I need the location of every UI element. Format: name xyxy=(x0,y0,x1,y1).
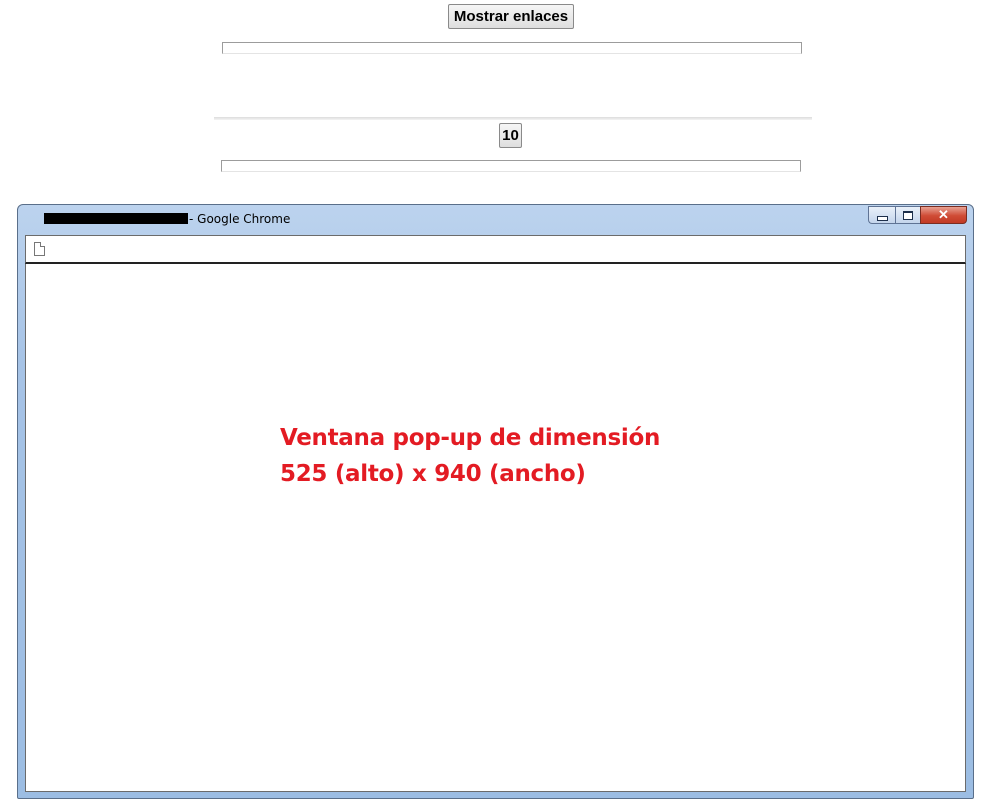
dimension-annotation: Ventana pop-up de dimensión 525 (alto) x… xyxy=(280,420,660,492)
minimize-icon xyxy=(876,215,888,221)
close-icon: ✕ xyxy=(938,207,949,222)
window-title: - Google Chrome xyxy=(189,212,291,226)
address-bar[interactable] xyxy=(25,235,966,264)
annotation-line-1: Ventana pop-up de dimensión xyxy=(280,425,661,451)
count-button[interactable]: 10 xyxy=(499,123,522,148)
annotation-line-2: 525 (alto) x 940 (ancho) xyxy=(280,461,586,487)
popup-window: - Google Chrome ✕ Ventana pop-up de dime… xyxy=(17,204,974,799)
redacted-title xyxy=(44,213,188,224)
top-progress-bar xyxy=(222,42,802,54)
maximize-icon xyxy=(903,210,913,220)
horizontal-divider xyxy=(214,117,812,120)
title-bar[interactable]: - Google Chrome ✕ xyxy=(18,205,973,235)
page-icon xyxy=(34,242,45,256)
minimize-button[interactable] xyxy=(868,206,895,224)
show-links-button[interactable]: Mostrar enlaces xyxy=(448,4,574,29)
popup-content: Ventana pop-up de dimensión 525 (alto) x… xyxy=(25,264,966,792)
bottom-progress-bar xyxy=(221,160,801,172)
maximize-button[interactable] xyxy=(895,206,920,224)
close-button[interactable]: ✕ xyxy=(920,206,967,224)
window-controls: ✕ xyxy=(868,206,967,225)
